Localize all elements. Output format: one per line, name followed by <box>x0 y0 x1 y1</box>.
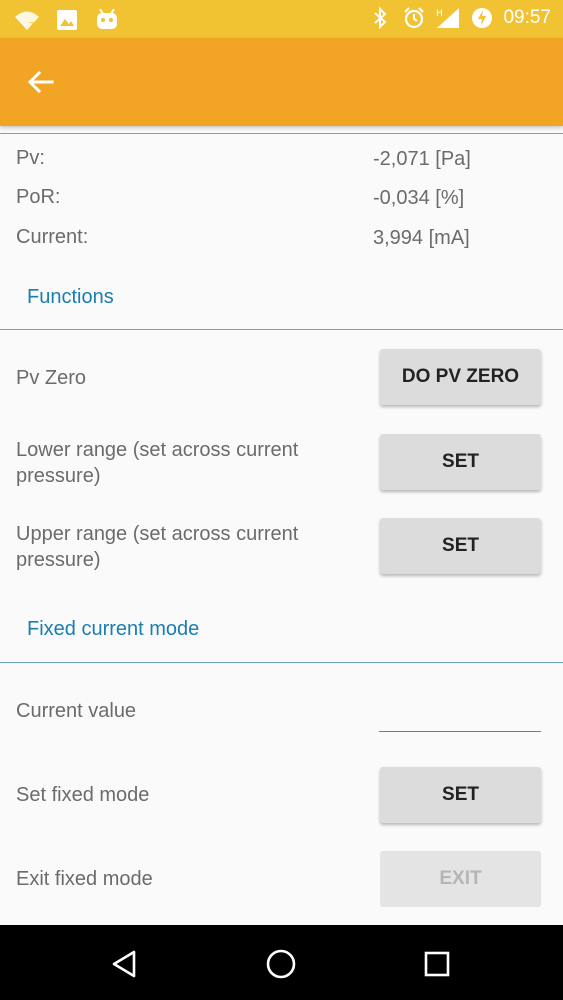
current-value-input[interactable] <box>379 705 541 732</box>
lower-range-set-button[interactable]: SET <box>380 434 541 490</box>
exit-fixed-mode-label: Exit fixed mode <box>16 868 153 890</box>
section-header-functions: Functions <box>27 286 114 308</box>
upper-range-set-button[interactable]: SET <box>380 518 541 574</box>
reading-value-pv: -2,071 [Pa] <box>373 148 471 170</box>
section-header-fixed-current: Fixed current mode <box>27 618 200 640</box>
alarm-icon <box>401 6 427 30</box>
signal-icon: H <box>435 6 461 30</box>
android-icon <box>94 8 120 32</box>
pv-zero-label: Pv Zero <box>16 367 87 389</box>
exit-fixed-mode-button: EXIT <box>380 851 541 907</box>
nav-back-icon[interactable] <box>103 942 147 986</box>
svg-text:H: H <box>436 9 443 19</box>
reading-value-current: 3,994 [mA] <box>373 227 470 249</box>
back-arrow-icon[interactable] <box>22 62 62 102</box>
app-bar <box>0 38 563 126</box>
reading-value-por: -0,034 [%] <box>373 187 465 209</box>
bluetooth-icon <box>367 6 393 30</box>
nav-home-icon[interactable] <box>259 942 303 986</box>
navigation-bar <box>0 925 563 1000</box>
do-pv-zero-button[interactable]: DO PV ZERO <box>380 349 541 405</box>
set-fixed-mode-button[interactable]: SET <box>380 767 541 823</box>
lower-range-label: Lower range (set across current pressure… <box>16 439 299 487</box>
nav-recents-icon[interactable] <box>415 942 459 986</box>
set-fixed-mode-label: Set fixed mode <box>16 784 150 806</box>
wifi-question-icon: ? <box>14 8 40 32</box>
status-time: 09:57 <box>503 7 551 28</box>
divider <box>0 133 563 134</box>
image-icon <box>54 8 80 32</box>
data-saver-icon <box>469 6 495 30</box>
current-value-label: Current value <box>16 700 137 722</box>
status-bar: ? H 09:57 <box>0 0 563 38</box>
reading-label-current: Current: <box>16 226 89 248</box>
divider <box>0 662 563 663</box>
reading-label-pv: Pv: <box>16 147 45 169</box>
divider <box>0 329 563 330</box>
reading-label-por: PoR: <box>16 186 61 208</box>
svg-text:?: ? <box>29 21 34 31</box>
upper-range-label: Upper range (set across current pressure… <box>16 523 299 571</box>
